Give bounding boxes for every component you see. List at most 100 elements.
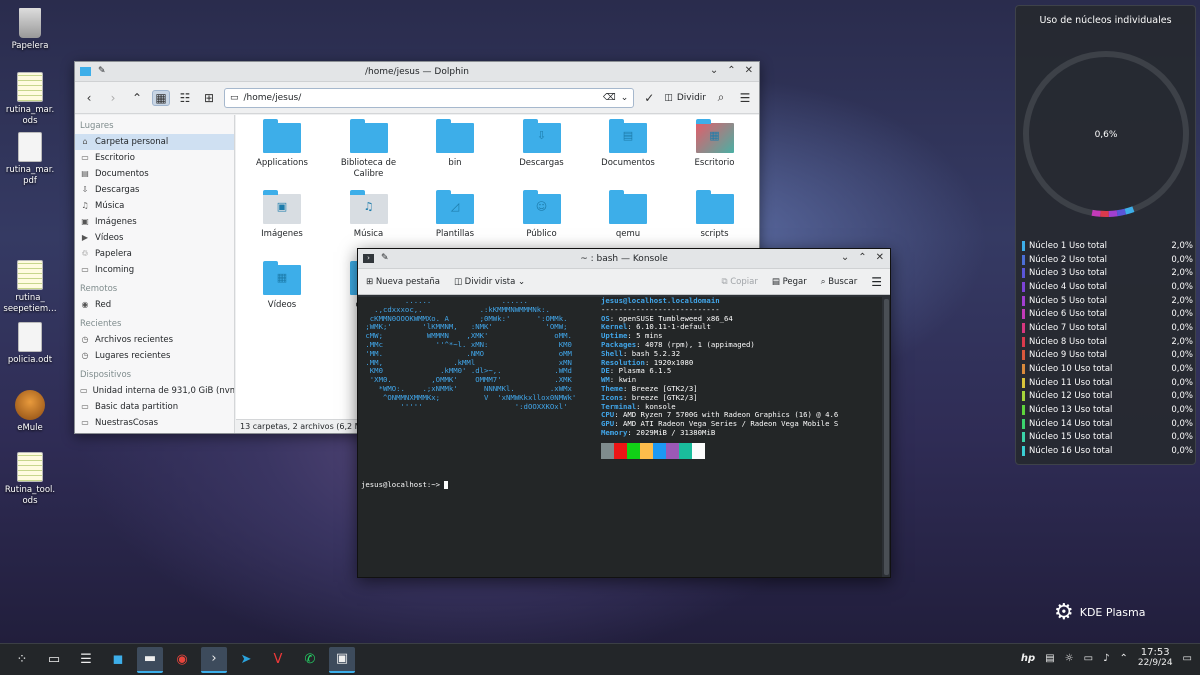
minimize-icon[interactable]: ⌄ <box>710 65 718 76</box>
sidebar-item[interactable]: ▣ Imágenes <box>75 214 234 230</box>
folder-item[interactable]: ◿ Plantillas <box>415 190 495 240</box>
split-icon: ◫ <box>664 92 673 103</box>
info-value: 6.10.11-1-default <box>636 322 711 332</box>
desktop-icon[interactable]: eMule <box>0 390 60 434</box>
sidebar-item[interactable]: ◉ Red <box>75 297 234 313</box>
sidebar-item[interactable]: ▭ NuestrasCosas <box>75 415 234 431</box>
folder-item[interactable]: ▦ Vídeos <box>242 261 322 311</box>
pin-icon[interactable]: ✎ <box>98 66 106 76</box>
desktop-icon[interactable]: rutina_mar. ods <box>0 72 60 127</box>
hp-icon[interactable]: hp <box>1021 653 1035 664</box>
launcher-icon[interactable]: ⁘ <box>9 647 35 673</box>
forward-icon[interactable]: › <box>104 91 122 105</box>
sidebar-item[interactable]: ⌂ Carpeta personal <box>75 134 234 150</box>
clear-icon[interactable]: ⌫ <box>603 93 616 103</box>
desktop-icon[interactable]: Papelera <box>0 8 60 52</box>
folder-label: Descargas <box>519 158 564 168</box>
scrollbar[interactable] <box>884 299 889 575</box>
tray-expand-icon[interactable]: ⌃ <box>1119 653 1127 664</box>
copy-button[interactable]: ⧉ Copiar <box>721 277 757 287</box>
volume-icon[interactable]: ♪ <box>1103 653 1109 664</box>
settings-icon[interactable]: ☰ <box>73 647 99 673</box>
search-icon[interactable]: ⌕ <box>712 90 730 105</box>
folder-item[interactable]: qemu <box>588 190 668 240</box>
sidebar-item[interactable]: ▭ Unidad interna de 931,0 GiB (nvm… <box>75 383 234 399</box>
desktop-icon[interactable]: policia.odt <box>0 322 60 366</box>
new-tab-button[interactable]: ⊞ Nueva pestaña <box>366 277 440 287</box>
split-button[interactable]: ◫ Dividir <box>664 93 706 103</box>
telegram-icon[interactable]: ➤ <box>233 647 259 673</box>
clock[interactable]: 17:53 22/9/24 <box>1138 648 1173 669</box>
store-icon[interactable]: ◼ <box>105 647 131 673</box>
sidebar-item[interactable]: ◷ Lugares recientes <box>75 348 234 364</box>
icons-view-icon[interactable]: ▦ <box>152 89 170 106</box>
close-icon[interactable]: ✕ <box>745 65 753 76</box>
folder-item[interactable]: Biblioteca de Calibre <box>329 119 409 180</box>
desktop-icon[interactable]: rutina_ seepetiem… <box>0 260 60 315</box>
show-desktop-icon[interactable]: ▭ <box>1183 653 1192 664</box>
confirm-icon[interactable]: ✓ <box>640 91 658 105</box>
display-icon[interactable]: ▭ <box>1084 653 1093 664</box>
core-name: Núcleo 3 Uso total <box>1022 268 1107 279</box>
maximize-icon[interactable]: ⌃ <box>858 252 866 263</box>
sidebar-item[interactable]: ▤ Documentos <box>75 166 234 182</box>
new-tab-label: Nueva pestaña <box>375 276 440 287</box>
sidebar-item[interactable]: ▭ Incoming <box>75 262 234 278</box>
find-button[interactable]: ⌕ Buscar <box>821 277 858 287</box>
folder-item[interactable]: ▣ Imágenes <box>242 190 322 240</box>
minimize-icon[interactable]: ⌄ <box>841 252 849 263</box>
chrome-icon[interactable]: ◉ <box>169 647 195 673</box>
up-icon[interactable]: ⌃ <box>128 91 146 105</box>
details-view-icon[interactable]: ☷ <box>176 91 194 105</box>
folder-item[interactable]: bin <box>415 119 495 169</box>
folder-item[interactable]: ▦ Escritorio <box>675 119 755 169</box>
sidebar-item[interactable]: ▶ Vídeos <box>75 230 234 246</box>
location-bar[interactable]: ▭ /home/jesus/ ⌫ ⌄ <box>224 87 635 108</box>
brightness-icon[interactable]: ☼ <box>1065 653 1074 664</box>
folder-item[interactable]: ⇩ Descargas <box>502 119 582 169</box>
desktop-pager-icon[interactable]: ▭ <box>41 647 67 673</box>
folder-item[interactable]: Applications <box>242 119 322 169</box>
sidebar-item[interactable]: ▭ Basic data partition <box>75 399 234 415</box>
folder-item[interactable]: ☺ Público <box>502 190 582 240</box>
dolphin-titlebar[interactable]: ✎ /home/jesus — Dolphin ⌄ ⌃ ✕ <box>75 62 759 82</box>
spreadsheet-icon <box>17 260 43 290</box>
split-label: Dividir <box>676 92 706 103</box>
tree-view-icon[interactable]: ⊞ <box>200 91 218 105</box>
terminal-area[interactable]: ...... ...... .,cdxxxoc,. .:kKMMMNWMMMNk… <box>358 297 882 577</box>
sidebar-item[interactable]: ◷ Archivos recientes <box>75 332 234 348</box>
folder-item[interactable]: scripts <box>675 190 755 240</box>
terminal-app-icon: › <box>363 253 374 263</box>
close-icon[interactable]: ✕ <box>876 252 884 263</box>
cpu-usage-widget[interactable]: Uso de núcleos individuales 0,6% Núcleo … <box>1015 5 1196 465</box>
clipboard-icon[interactable]: ▤ <box>1045 653 1054 664</box>
sidebar-item[interactable]: ⇩ Descargas <box>75 182 234 198</box>
sidebar-item[interactable]: ♫ Música <box>75 198 234 214</box>
sidebar-item[interactable]: ▭ Escritorio <box>75 150 234 166</box>
chevron-down-icon[interactable]: ⌄ <box>621 93 629 103</box>
desktop-icon[interactable]: rutina_mar. pdf <box>0 132 60 187</box>
konsole-icon[interactable]: › <box>201 646 227 673</box>
folder-item[interactable]: ♫ Música <box>329 190 409 240</box>
dolphin-icon[interactable]: ▬ <box>137 646 163 673</box>
sidebar-item-label: Basic data partition <box>95 402 179 412</box>
shell-prompt[interactable]: jesus@localhost:~> <box>361 480 449 490</box>
pin-icon[interactable]: ✎ <box>381 253 389 263</box>
desktop-icon[interactable]: Rutina_tool. ods <box>0 452 60 507</box>
folder-item[interactable]: ▤ Documentos <box>588 119 668 169</box>
window-title: ~ : bash — Konsole <box>580 253 668 264</box>
paste-button[interactable]: ▤ Pegar <box>772 277 807 287</box>
whatsapp-icon[interactable]: ✆ <box>297 647 323 673</box>
hamburger-menu-icon[interactable]: ☰ <box>736 91 754 105</box>
konsole-titlebar[interactable]: › ✎ ~ : bash — Konsole ⌄ ⌃ ✕ <box>358 249 890 269</box>
folder-label: Applications <box>256 158 308 168</box>
sidebar-item-label: Lugares recientes <box>95 351 171 361</box>
vivaldi-icon[interactable]: V <box>265 647 291 673</box>
hamburger-menu-icon[interactable]: ☰ <box>871 275 882 289</box>
back-icon[interactable]: ‹ <box>80 91 98 105</box>
split-view-button[interactable]: ◫ Dividir vista ⌄ <box>454 277 525 287</box>
remote-desktop-icon[interactable]: ▣ <box>329 646 355 673</box>
maximize-icon[interactable]: ⌃ <box>727 65 735 76</box>
konsole-window[interactable]: › ✎ ~ : bash — Konsole ⌄ ⌃ ✕ ⊞ Nueva pestañ… <box>357 248 891 578</box>
sidebar-item[interactable]: ♲ Papelera <box>75 246 234 262</box>
